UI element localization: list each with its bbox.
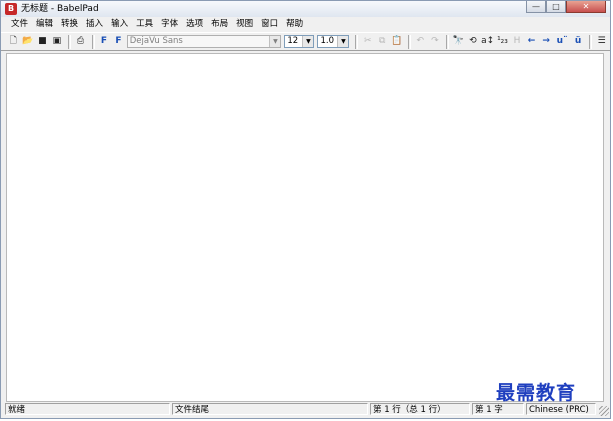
- redo-icon[interactable]: ↷: [429, 35, 442, 48]
- menu-input[interactable]: 输入: [107, 18, 132, 31]
- watermark-text: 最需教育: [496, 382, 577, 404]
- babelpad-app-icon[interactable]: B: [5, 3, 17, 15]
- menu-font[interactable]: 字体: [157, 18, 182, 31]
- save-icon[interactable]: ■: [36, 35, 49, 48]
- font-bold-icon[interactable]: F: [98, 35, 111, 48]
- arrow-right-icon[interactable]: →: [540, 35, 553, 48]
- copy-icon[interactable]: ⧉: [376, 35, 389, 48]
- text-editor-area[interactable]: [6, 53, 604, 402]
- window-controls: — □ ✕: [526, 1, 606, 15]
- window-title: 无标题 - BabelPad: [21, 4, 99, 14]
- resize-grip-icon[interactable]: [599, 406, 609, 416]
- arrow-left-icon[interactable]: ←: [525, 35, 538, 48]
- menu-convert[interactable]: 转换: [57, 18, 82, 31]
- line-spacing-combo[interactable]: 1.0 ▼: [317, 35, 350, 48]
- menu-options[interactable]: 选项: [182, 18, 207, 31]
- font-name-combo[interactable]: DejaVu Sans ▼: [126, 35, 282, 48]
- status-ready: 就绪: [5, 403, 170, 415]
- font-name-value: DejaVu Sans: [129, 36, 183, 46]
- font-size-value: 12: [287, 36, 299, 46]
- menu-help[interactable]: 帮助: [282, 18, 307, 31]
- u-umlaut-icon[interactable]: ü: [572, 35, 585, 48]
- print-icon[interactable]: ⎙: [74, 35, 87, 48]
- h-icon[interactable]: H: [511, 35, 524, 48]
- close-button[interactable]: ✕: [566, 1, 606, 13]
- align-left-icon[interactable]: ☰: [595, 35, 608, 48]
- toolbar-separator: [446, 34, 450, 49]
- line-spacing-value: 1.0: [320, 36, 334, 46]
- new-file-icon[interactable]: 🗋: [7, 35, 20, 48]
- status-line: 第 1 行（总 1 行）: [370, 403, 470, 415]
- menu-file[interactable]: 文件: [7, 18, 32, 31]
- toolbar-separator: [408, 34, 412, 49]
- menu-layout[interactable]: 布局: [207, 18, 232, 31]
- menu-insert[interactable]: 插入: [82, 18, 107, 31]
- paste-icon[interactable]: 📋: [391, 35, 404, 48]
- font-icon[interactable]: F: [112, 35, 125, 48]
- find-replace-icon[interactable]: ⟲: [467, 35, 480, 48]
- menu-bar: 文件 编辑 转换 插入 输入 工具 字体 选项 布局 视图 窗口 帮助: [1, 18, 610, 31]
- menu-view[interactable]: 视图: [232, 18, 257, 31]
- toolbar-separator: [355, 34, 359, 49]
- toolbar-separator: [589, 34, 593, 49]
- save-all-icon[interactable]: ▣: [51, 35, 64, 48]
- u-umlaut-superscript-icon[interactable]: u¨: [554, 35, 569, 48]
- find-binoculars-icon[interactable]: 🔭: [452, 35, 465, 48]
- font-size-combo[interactable]: 12 ▼: [284, 35, 315, 48]
- status-position: 文件结尾: [172, 403, 368, 415]
- open-folder-icon[interactable]: 📂: [22, 35, 35, 48]
- cut-icon[interactable]: ✂: [361, 35, 374, 48]
- title-bar[interactable]: B 无标题 - BabelPad — □ ✕: [1, 1, 610, 17]
- numbering-icon[interactable]: ¹₂₃: [496, 35, 509, 48]
- app-window: B 无标题 - BabelPad — □ ✕ 文件 编辑 转换 插入 输入 工具…: [0, 0, 611, 419]
- toolbar: 🗋 📂 ■ ▣ ⎙ F F DejaVu Sans ▼ 12 ▼ 1.0 ▼ ✂…: [1, 32, 610, 51]
- menu-window[interactable]: 窗口: [257, 18, 282, 31]
- undo-icon[interactable]: ↶: [414, 35, 427, 48]
- chevron-down-icon[interactable]: ▼: [302, 36, 314, 47]
- minimize-button[interactable]: —: [526, 1, 546, 13]
- toolbar-separator: [68, 34, 72, 49]
- chevron-down-icon[interactable]: ▼: [269, 36, 281, 47]
- menu-tools[interactable]: 工具: [132, 18, 157, 31]
- chevron-down-icon[interactable]: ▼: [337, 36, 349, 47]
- menu-edit[interactable]: 编辑: [32, 18, 57, 31]
- sort-icon[interactable]: a↕: [481, 35, 494, 48]
- maximize-button[interactable]: □: [546, 1, 566, 13]
- status-bar: 就绪 文件结尾 第 1 行（总 1 行） 第 1 字 Chinese (PRC): [1, 403, 610, 417]
- toolbar-separator: [91, 34, 95, 49]
